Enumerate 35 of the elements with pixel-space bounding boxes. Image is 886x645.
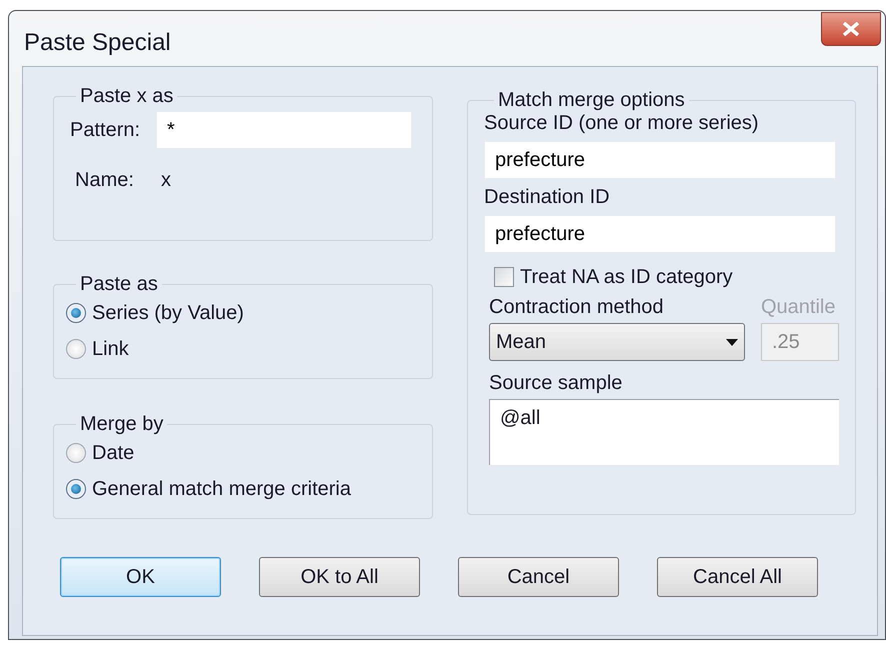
quantile-label: Quantile bbox=[761, 295, 836, 319]
pattern-label: Pattern: bbox=[70, 118, 142, 143]
dialog-button[interactable]: OK to All bbox=[259, 557, 420, 597]
radio-label: General match merge criteria bbox=[92, 477, 351, 502]
radio-button[interactable] bbox=[66, 443, 86, 463]
group-title: Match merge options bbox=[497, 89, 686, 111]
dialog-button[interactable]: OK bbox=[60, 557, 221, 597]
source-id-field[interactable]: prefecture bbox=[484, 141, 836, 179]
source-sample-field[interactable]: @all bbox=[489, 399, 839, 465]
close-icon bbox=[842, 22, 860, 36]
contraction-method-label: Contraction method bbox=[489, 295, 665, 319]
pattern-field[interactable]: * bbox=[156, 111, 412, 149]
destination-id-field[interactable]: prefecture bbox=[484, 215, 836, 253]
radio-label: Date bbox=[92, 441, 134, 466]
contraction-method-dropdown[interactable]: Mean bbox=[489, 323, 745, 361]
radio-button[interactable] bbox=[66, 303, 86, 323]
source-sample-label: Source sample bbox=[489, 371, 624, 395]
name-value: x bbox=[161, 168, 171, 193]
group-title: Merge by bbox=[79, 413, 164, 435]
name-label: Name: bbox=[75, 168, 135, 193]
radio-button[interactable] bbox=[66, 479, 86, 499]
destination-id-label: Destination ID bbox=[484, 185, 611, 209]
dropdown-caret-icon bbox=[726, 338, 738, 346]
group-title: Paste as bbox=[79, 273, 159, 295]
group-title: Paste x as bbox=[79, 85, 174, 107]
radio-button[interactable] bbox=[66, 339, 86, 359]
window-title: Paste Special bbox=[24, 28, 171, 58]
checkbox-label: Treat NA as ID category bbox=[520, 265, 733, 289]
source-id-label: Source ID (one or more series) bbox=[484, 111, 760, 135]
dialog-button[interactable]: Cancel All bbox=[657, 557, 818, 597]
close-button[interactable] bbox=[821, 12, 881, 46]
dialog-button[interactable]: Cancel bbox=[458, 557, 619, 597]
radio-label: Series (by Value) bbox=[92, 301, 244, 326]
radio-label: Link bbox=[92, 337, 129, 362]
checkbox[interactable] bbox=[494, 267, 514, 287]
